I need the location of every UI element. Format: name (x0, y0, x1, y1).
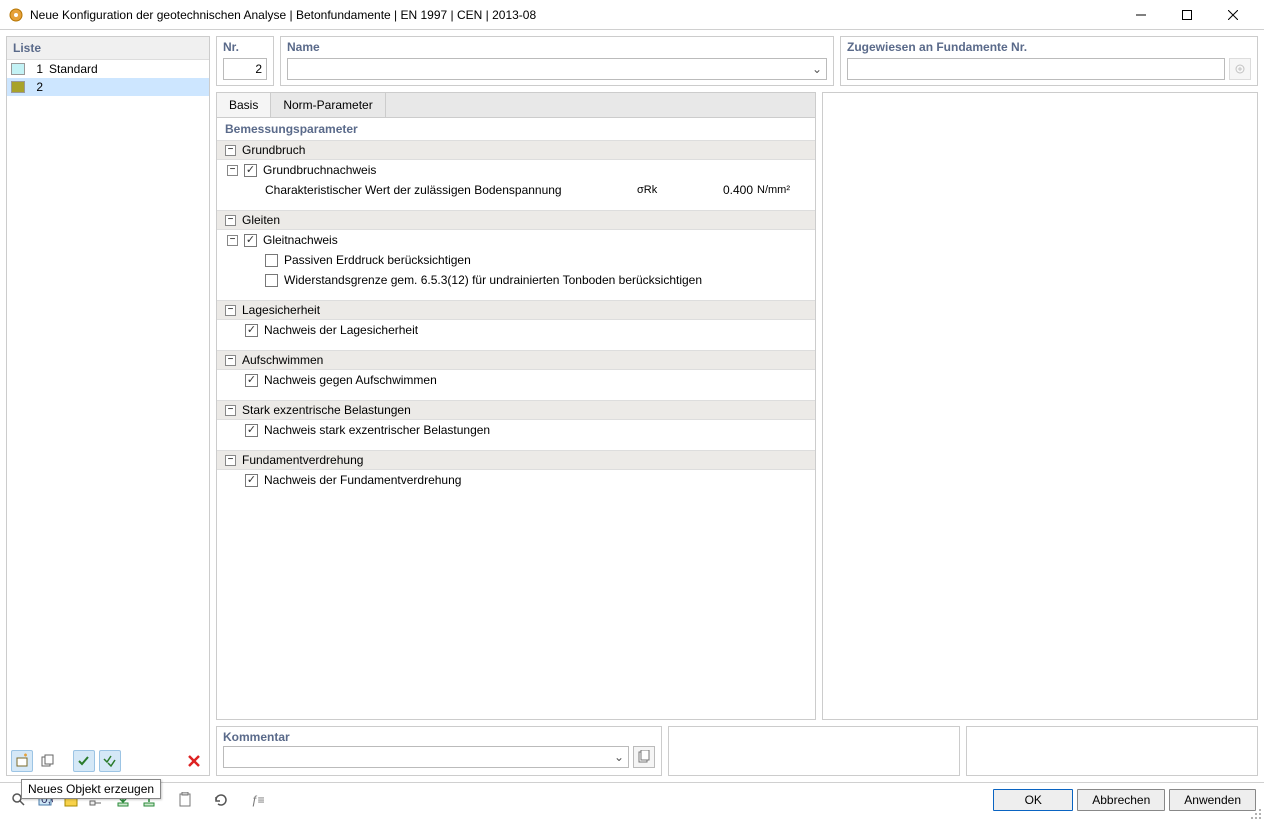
collapse-icon[interactable] (227, 235, 238, 246)
nr-input[interactable] (223, 58, 267, 80)
row-grundbruchnachweis: Grundbruchnachweis (217, 160, 815, 180)
resize-grip-icon[interactable] (1250, 808, 1262, 820)
tab-basis[interactable]: Basis (217, 93, 271, 117)
checkbox[interactable] (245, 324, 258, 337)
comment-copy-button[interactable] (633, 746, 655, 768)
tab-norm[interactable]: Norm-Parameter (271, 93, 385, 117)
titlebar: Neue Konfiguration der geotechnischen An… (0, 0, 1264, 30)
comment-spare-1 (668, 726, 960, 776)
unit: N/mm² (757, 184, 807, 196)
list-body: 1 Standard 2 (7, 60, 209, 747)
group-lage[interactable]: Lagesicherheit (217, 300, 815, 320)
preview-panel (822, 92, 1258, 720)
list-panel: Liste 1 Standard 2 Neues Objekt erzeugen (6, 36, 210, 776)
comment-combo[interactable]: ⌄ (223, 746, 629, 768)
nr-label: Nr. (217, 37, 273, 56)
row-widerstandsgrenze: Widerstandsgrenze gem. 6.5.3(12) für und… (217, 270, 815, 290)
checkbox[interactable] (244, 234, 257, 247)
list-item[interactable]: 2 (7, 78, 209, 96)
cancel-button[interactable]: Abbrechen (1077, 789, 1165, 811)
collapse-icon[interactable] (225, 355, 236, 366)
group-grundbruch[interactable]: Grundbruch (217, 140, 815, 160)
list-header: Liste (7, 37, 209, 60)
maximize-button[interactable] (1164, 0, 1210, 30)
chevron-down-icon: ⌄ (812, 62, 822, 76)
list-item-num: 2 (29, 80, 43, 94)
comment-spare-2 (966, 726, 1258, 776)
checkbox[interactable] (245, 474, 258, 487)
reset-icon[interactable] (210, 789, 232, 811)
list-toolbar (7, 747, 209, 775)
name-combo[interactable]: ⌄ (287, 58, 827, 80)
svg-text:ƒ≡: ƒ≡ (251, 793, 265, 807)
collapse-icon[interactable] (225, 405, 236, 416)
app-icon (8, 7, 24, 23)
new-item-button[interactable] (11, 750, 33, 772)
row-aufschwimmen-nachweis: Nachweis gegen Aufschwimmen (217, 370, 815, 390)
symbol: σRk (637, 184, 697, 196)
assigned-box: Zugewiesen an Fundamente Nr. (840, 36, 1258, 86)
tabs: Basis Norm-Parameter (217, 93, 815, 118)
swatch-icon (11, 81, 25, 93)
function-icon[interactable]: ƒ≡ (246, 789, 268, 811)
row-verdrehung-nachweis: Nachweis der Fundamentverdrehung (217, 470, 815, 490)
checkbox[interactable] (244, 164, 257, 177)
name-box: Name ⌄ (280, 36, 834, 86)
nr-box: Nr. (216, 36, 274, 86)
collapse-icon[interactable] (227, 165, 238, 176)
row-exzentrisch-nachweis: Nachweis stark exzentrischer Belastungen (217, 420, 815, 440)
checkbox[interactable] (245, 374, 258, 387)
row-passiv-erddruck: Passiven Erddruck berücksichtigen (217, 250, 815, 270)
comment-label: Kommentar (217, 727, 661, 746)
collapse-icon[interactable] (225, 215, 236, 226)
check-button[interactable] (73, 750, 95, 772)
apply-button[interactable]: Anwenden (1169, 789, 1256, 811)
list-item-label: Standard (49, 62, 98, 76)
assigned-label: Zugewiesen an Fundamente Nr. (841, 37, 1257, 56)
copy-item-button[interactable] (37, 750, 59, 772)
list-item[interactable]: 1 Standard (7, 60, 209, 78)
chevron-down-icon: ⌄ (614, 750, 624, 764)
clipboard-icon[interactable] (174, 789, 196, 811)
row-gleitnachweis: Gleitnachweis (217, 230, 815, 250)
collapse-icon[interactable] (225, 145, 236, 156)
group-exzentrisch[interactable]: Stark exzentrische Belastungen (217, 400, 815, 420)
comment-box: Kommentar ⌄ (216, 726, 662, 776)
group-aufschwimmen[interactable]: Aufschwimmen (217, 350, 815, 370)
check-all-button[interactable] (99, 750, 121, 772)
delete-button[interactable] (183, 750, 205, 772)
group-gleiten[interactable]: Gleiten (217, 210, 815, 230)
minimize-button[interactable] (1118, 0, 1164, 30)
collapse-icon[interactable] (225, 305, 236, 316)
assigned-pick-button[interactable] (1229, 58, 1251, 80)
section-title: Bemessungsparameter (217, 118, 815, 140)
value[interactable]: 0.400 (697, 183, 757, 197)
param-tree: Grundbruch Grundbruchnachweis Charakteri… (217, 140, 815, 719)
row-char-bodenspannung: Charakteristischer Wert der zulässigen B… (217, 180, 815, 200)
close-button[interactable] (1210, 0, 1256, 30)
row-lage-nachweis: Nachweis der Lagesicherheit (217, 320, 815, 340)
ok-button[interactable]: OK (993, 789, 1073, 811)
list-item-num: 1 (29, 62, 43, 76)
tooltip: Neues Objekt erzeugen (21, 779, 161, 799)
assigned-input[interactable] (847, 58, 1225, 80)
checkbox[interactable] (265, 254, 278, 267)
window-title: Neue Konfiguration der geotechnischen An… (30, 8, 1118, 22)
params-panel: Basis Norm-Parameter Bemessungsparameter… (216, 92, 816, 720)
collapse-icon[interactable] (225, 455, 236, 466)
bottom-toolbar: 0,00 ƒ≡ OK Abbrechen Anwenden (0, 782, 1264, 816)
swatch-icon (11, 63, 25, 75)
name-label: Name (281, 37, 833, 56)
checkbox[interactable] (245, 424, 258, 437)
group-verdrehung[interactable]: Fundamentverdrehung (217, 450, 815, 470)
checkbox[interactable] (265, 274, 278, 287)
